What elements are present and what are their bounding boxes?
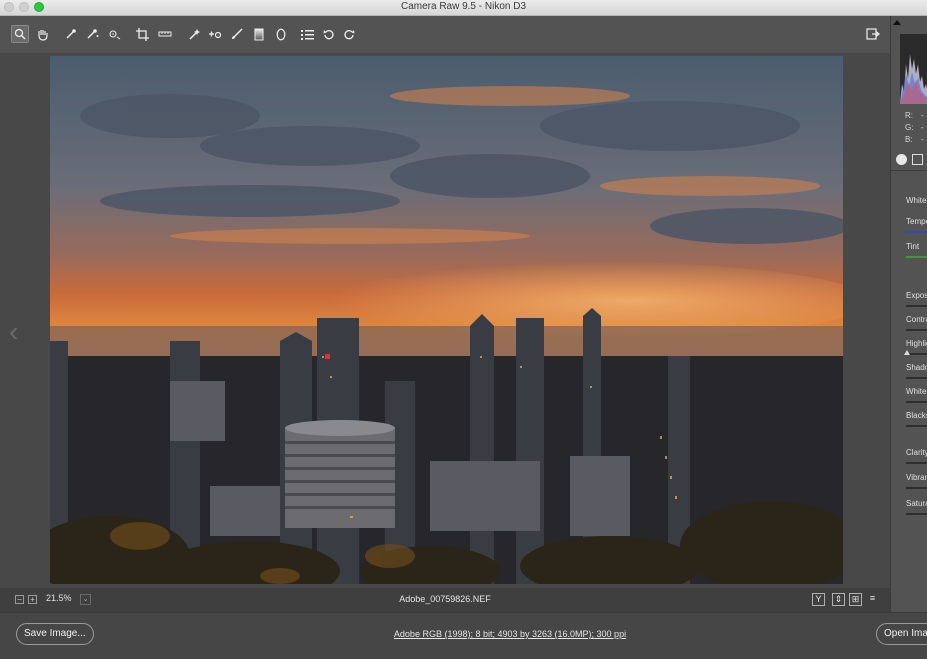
clarity-label: Clarity <box>906 448 927 457</box>
green-readout-label: G: <box>905 123 914 132</box>
fullscreen-icon[interactable] <box>864 25 882 43</box>
save-image-button[interactable]: Save Image... <box>16 623 94 645</box>
previous-image-arrow-icon[interactable]: ‹ <box>9 318 18 346</box>
preferences-list-icon[interactable] <box>298 25 316 43</box>
shadow-clipping-warning-icon[interactable] <box>893 20 901 25</box>
copy-settings-icon[interactable]: ⊞ <box>849 593 862 606</box>
tool-bar <box>0 16 890 53</box>
temperature-slider[interactable] <box>906 231 927 233</box>
contrast-slider[interactable] <box>906 329 927 331</box>
shadows-label: Shadows <box>906 363 927 372</box>
tint-slider[interactable] <box>906 256 927 258</box>
preview-preferences-icon[interactable]: ≡ <box>866 593 879 606</box>
zoom-dropdown-icon[interactable]: ⌄ <box>80 594 91 605</box>
whites-slider[interactable] <box>906 401 927 403</box>
zoom-in-button[interactable]: + <box>28 595 37 604</box>
blue-readout-label: B: <box>905 135 913 144</box>
vibrance-label: Vibrance <box>906 473 927 482</box>
rotate-ccw-icon[interactable] <box>320 25 338 43</box>
temperature-label: Temperature <box>906 217 927 226</box>
histogram <box>900 34 927 104</box>
open-image-button[interactable]: Open Image <box>876 623 927 645</box>
status-bar: − + 21.5% ⌄ Adobe_00759826.NEF Y ⇕ ⊞ ≡ <box>0 588 890 612</box>
preview-area: ‹ <box>0 53 890 588</box>
title-bar: Camera Raw 9.5 - Nikon D3 <box>0 0 927 16</box>
rotate-cw-icon[interactable] <box>340 25 358 43</box>
tone-curve-tab-icon[interactable] <box>912 154 923 165</box>
crop-tool-icon[interactable] <box>133 25 151 43</box>
white-balance-label: White Balance <box>906 196 927 205</box>
blue-readout-value: - <box>921 135 924 144</box>
image-preview[interactable] <box>50 56 843 584</box>
panel-tabs <box>894 151 927 169</box>
exposure-slider[interactable] <box>906 305 927 307</box>
color-sampler-tool-icon[interactable] <box>83 25 101 43</box>
before-after-toggle-icon[interactable]: Y <box>812 593 825 606</box>
whites-label: Whites <box>906 387 927 396</box>
window-title: Camera Raw 9.5 - Nikon D3 <box>400 1 527 12</box>
bottom-bar: Save Image... Adobe RGB (1998); 8 bit; 4… <box>0 612 927 659</box>
exposure-label: Exposure <box>906 291 927 300</box>
red-readout-value: - <box>921 111 924 120</box>
white-balance-tool-icon[interactable] <box>62 25 80 43</box>
straighten-tool-icon[interactable] <box>156 25 174 43</box>
blacks-slider[interactable] <box>906 425 927 427</box>
vibrance-slider[interactable] <box>906 487 927 489</box>
tint-label: Tint <box>906 242 920 251</box>
red-readout-label: R: <box>905 111 913 120</box>
hand-tool-icon[interactable] <box>33 25 51 43</box>
contrast-label: Contrast <box>906 315 927 324</box>
zoom-level: 21.5% <box>46 593 72 603</box>
file-name: Adobe_00759826.NEF <box>399 594 491 604</box>
highlights-slider-thumb[interactable] <box>904 350 910 355</box>
graduated-filter-tool-icon[interactable] <box>250 25 268 43</box>
swap-settings-icon[interactable]: ⇕ <box>832 593 845 606</box>
blacks-label: Blacks <box>906 411 927 420</box>
adjustments-panel: R: - G: - B: - White Balance Temperature… <box>890 16 927 612</box>
clarity-slider[interactable] <box>906 462 927 464</box>
targeted-adjustment-tool-icon[interactable] <box>105 25 123 43</box>
zoom-out-button[interactable]: − <box>15 595 24 604</box>
highlights-label: Highlights <box>906 339 927 348</box>
spot-removal-tool-icon[interactable] <box>185 25 203 43</box>
saturation-slider[interactable] <box>906 513 927 515</box>
adjustment-brush-tool-icon[interactable] <box>228 25 246 43</box>
workflow-options-link[interactable]: Adobe RGB (1998); 8 bit; 4903 by 3263 (1… <box>350 629 670 639</box>
basic-tab-icon[interactable] <box>896 154 907 165</box>
shadows-slider[interactable] <box>906 377 927 379</box>
green-readout-value: - <box>921 123 924 132</box>
saturation-label: Saturation <box>906 499 927 508</box>
radial-filter-tool-icon[interactable] <box>272 25 290 43</box>
red-eye-tool-icon[interactable] <box>206 25 224 43</box>
zoom-tool-icon[interactable] <box>11 25 29 43</box>
